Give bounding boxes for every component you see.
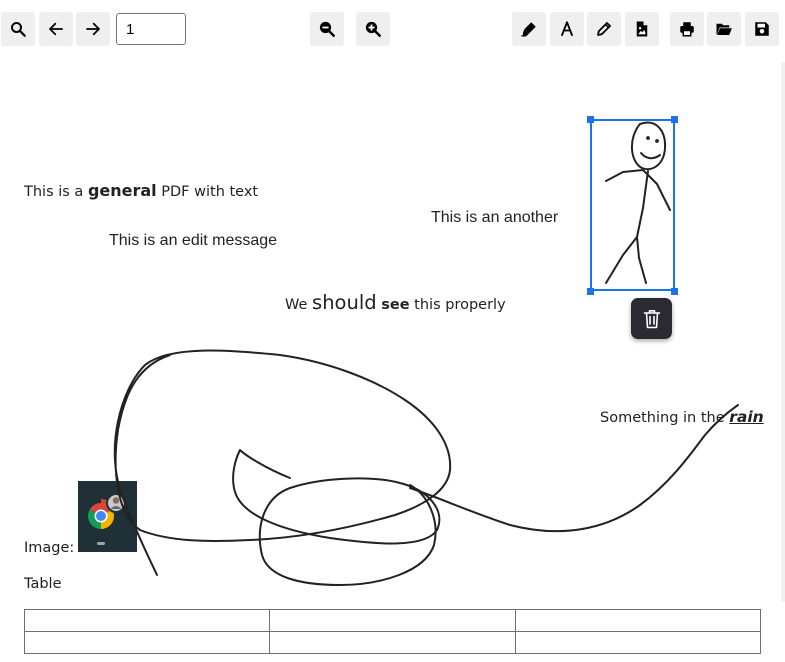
- table-cell[interactable]: [269, 631, 516, 654]
- resize-handle-top-right[interactable]: [671, 116, 678, 123]
- table-cell[interactable]: [23, 609, 271, 632]
- table-row: [23, 631, 762, 654]
- freehand-stroke: [232, 449, 441, 586]
- trash-icon: [643, 309, 660, 328]
- table-row: [23, 609, 762, 632]
- table-cell[interactable]: [514, 609, 762, 632]
- freehand-stroke: [113, 349, 452, 576]
- resize-handle-bottom-right[interactable]: [671, 288, 678, 295]
- table-cell[interactable]: [23, 631, 271, 654]
- table-cell[interactable]: [269, 609, 516, 632]
- resize-handle-top-left[interactable]: [587, 116, 594, 123]
- resize-handle-bottom-left[interactable]: [587, 288, 594, 295]
- selected-drawing-box[interactable]: [590, 119, 675, 291]
- document-table: [23, 609, 762, 654]
- delete-annotation-button[interactable]: [631, 298, 672, 339]
- freehand-stroke: [409, 404, 739, 533]
- table-cell[interactable]: [514, 631, 762, 654]
